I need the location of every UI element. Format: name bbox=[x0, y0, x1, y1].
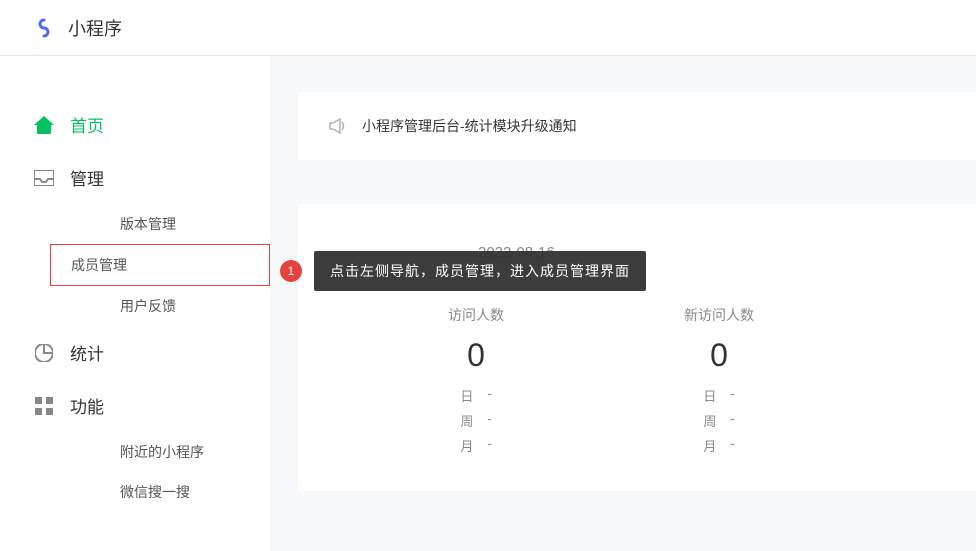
sidebar-label-stats: 统计 bbox=[70, 340, 104, 365]
sidebar-label-manage: 管理 bbox=[70, 165, 104, 190]
grid-icon bbox=[34, 396, 54, 416]
home-icon bbox=[34, 115, 54, 135]
stat-label: 新访问人数 bbox=[684, 305, 754, 325]
pie-chart-icon bbox=[34, 343, 54, 363]
sidebar-label-features: 功能 bbox=[70, 393, 104, 418]
header-title: 小程序 bbox=[68, 15, 122, 41]
stats-card: 2022-08-16 访问人数 0 日- 周- 月- 新访问人数 0 日- 周-… bbox=[298, 204, 976, 491]
sidebar: 首页 管理 版本管理 成员管理 用户反馈 统计 功能 附近的小程序 bbox=[0, 56, 270, 551]
inbox-icon bbox=[34, 168, 54, 188]
stat-value: 0 bbox=[684, 337, 754, 374]
sidebar-sub-version[interactable]: 版本管理 bbox=[50, 204, 270, 244]
sidebar-sub-feedback[interactable]: 用户反馈 bbox=[50, 286, 270, 326]
notice-text: 小程序管理后台-统计模块升级通知 bbox=[362, 116, 577, 136]
sidebar-sub-nearby[interactable]: 附近的小程序 bbox=[50, 432, 270, 472]
callout-tooltip: 点击左侧导航，成员管理，进入成员管理界面 bbox=[314, 251, 646, 291]
stat-new-visitors: 新访问人数 0 日- 周- 月- bbox=[684, 305, 754, 461]
miniprogram-logo-icon bbox=[32, 16, 56, 40]
notice-card[interactable]: 小程序管理后台-统计模块升级通知 bbox=[298, 92, 976, 160]
sidebar-item-features[interactable]: 功能 bbox=[0, 379, 270, 432]
instruction-callout: 1 点击左侧导航，成员管理，进入成员管理界面 bbox=[280, 251, 646, 291]
sidebar-label-home: 首页 bbox=[70, 112, 104, 137]
stat-value: 0 bbox=[448, 337, 504, 374]
callout-number-badge: 1 bbox=[280, 260, 302, 282]
sidebar-item-stats[interactable]: 统计 bbox=[0, 326, 270, 379]
megaphone-icon bbox=[328, 117, 346, 135]
stat-label: 访问人数 bbox=[448, 305, 504, 325]
main-content: 小程序管理后台-统计模块升级通知 2022-08-16 访问人数 0 日- 周-… bbox=[270, 56, 976, 551]
sidebar-item-manage[interactable]: 管理 bbox=[0, 151, 270, 204]
stat-visitors: 访问人数 0 日- 周- 月- bbox=[448, 305, 504, 461]
sidebar-item-home[interactable]: 首页 bbox=[0, 98, 270, 151]
top-header: 小程序 bbox=[0, 0, 976, 56]
sidebar-sub-member[interactable]: 成员管理 bbox=[50, 244, 270, 286]
sidebar-sub-wesearch[interactable]: 微信搜一搜 bbox=[50, 472, 270, 512]
